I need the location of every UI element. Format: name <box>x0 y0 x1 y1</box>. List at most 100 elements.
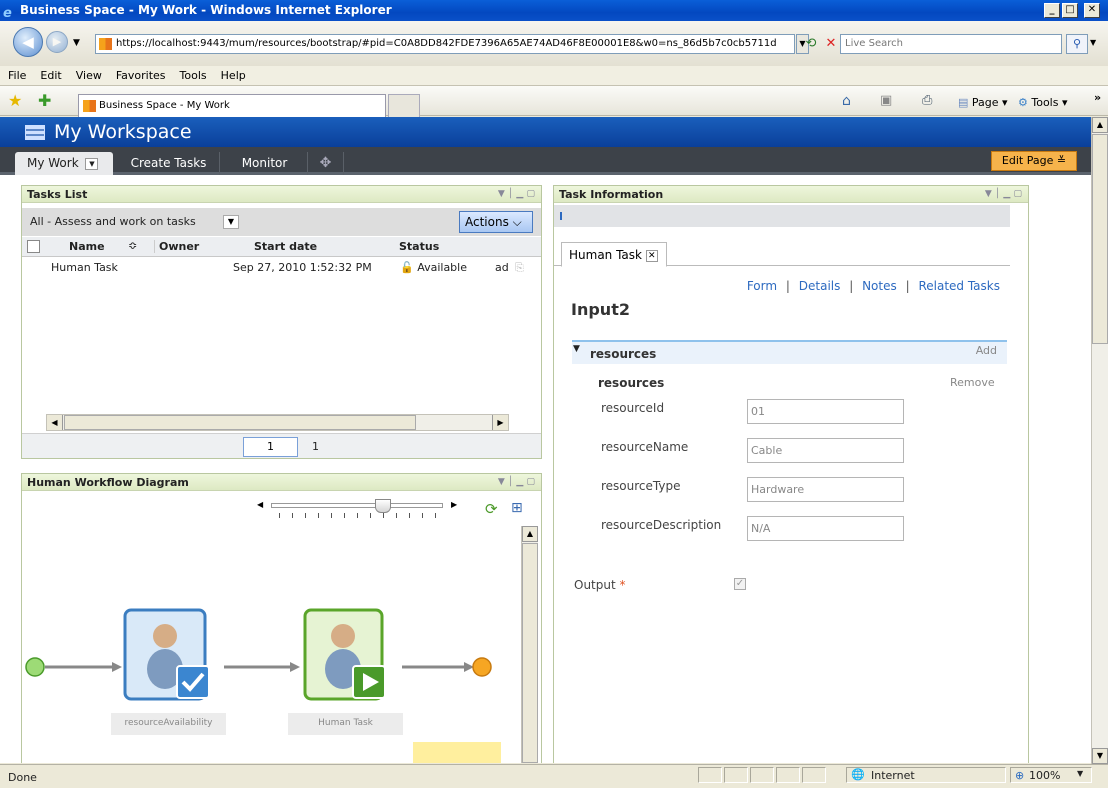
history-dropdown-icon[interactable]: ▼ <box>73 38 80 48</box>
collapse-icon[interactable]: ▼ <box>573 344 580 354</box>
address-url: https://localhost:9443/mum/resources/boo… <box>116 38 777 49</box>
search-input[interactable]: Live Search <box>840 34 1062 54</box>
tab-monitor[interactable]: Monitor <box>222 152 308 175</box>
column-status[interactable]: Status <box>399 240 439 253</box>
task-action-icon[interactable]: ⎘ <box>515 261 524 275</box>
tab-menu-icon[interactable]: ▼ <box>85 157 99 170</box>
tab-favicon-icon <box>83 100 96 112</box>
favorites-star-icon[interactable]: ★ <box>8 91 22 110</box>
resource-id-field[interactable]: 01 <box>747 399 904 424</box>
address-input[interactable]: https://localhost:9443/mum/resources/boo… <box>95 34 795 54</box>
actions-button[interactable]: Actions ⌵ <box>459 211 533 233</box>
resources-section-header[interactable]: ▼ resources Add <box>572 340 1007 364</box>
output-label-text: Output <box>574 578 616 592</box>
menu-edit[interactable]: Edit <box>40 66 61 86</box>
menu-tools[interactable]: Tools <box>180 66 207 86</box>
filter-label[interactable]: All - Assess and work on tasks <box>30 215 196 228</box>
refresh-diagram-icon[interactable]: ⟳ <box>485 500 498 518</box>
select-all-checkbox[interactable] <box>27 240 40 253</box>
page-number-input[interactable]: 1 <box>243 437 298 457</box>
add-tab-icon[interactable]: ✥ <box>308 152 344 175</box>
browser-tab[interactable]: Business Space - My Work <box>78 94 386 117</box>
page-scroll-up-button[interactable]: ▲ <box>1092 117 1108 133</box>
status-zone[interactable]: 🌐 Internet <box>846 767 1006 783</box>
tab-human-task[interactable]: Human Task ✕ <box>561 242 667 267</box>
refresh-button[interactable]: ⟲ <box>802 34 820 54</box>
portlet-controls-icon[interactable]: ▼ │ ▁ ▢ <box>498 474 535 491</box>
maximize-button[interactable]: □ <box>1062 3 1078 18</box>
edit-page-button[interactable]: Edit Page ≚ <box>991 151 1077 171</box>
filter-dropdown-icon[interactable]: ▼ <box>223 215 239 229</box>
link-related-tasks[interactable]: Related Tasks <box>918 279 1000 293</box>
forward-button[interactable]: ▶ <box>46 31 68 53</box>
scroll-right-button[interactable]: ▶ <box>492 415 508 430</box>
export-diagram-icon[interactable]: ⊞ <box>511 500 523 516</box>
page-icon: ▤ <box>958 96 969 109</box>
close-tab-icon[interactable]: ✕ <box>645 249 658 262</box>
tab-create-tasks[interactable]: Create Tasks <box>118 152 220 175</box>
new-tab-button[interactable] <box>388 94 420 117</box>
home-icon[interactable]: ⌂ <box>842 93 851 109</box>
actions-label: Actions <box>465 215 509 229</box>
vertical-scrollbar[interactable]: ▲ <box>521 526 538 763</box>
task-name-cell[interactable]: Human Task <box>51 261 118 274</box>
field-label-resource-id: resourceId <box>601 401 665 415</box>
page-vertical-scrollbar[interactable]: ▲ ▼ <box>1091 117 1108 764</box>
scroll-left-button[interactable]: ◀ <box>47 415 63 430</box>
zoom-control[interactable]: ⊕ 100% ▼ <box>1010 767 1092 783</box>
menu-view[interactable]: View <box>76 66 102 86</box>
column-start-date[interactable]: Start date <box>254 240 317 253</box>
column-name[interactable]: Name <box>69 240 105 253</box>
window-title-bar: e Business Space - My Work - Windows Int… <box>0 0 1108 21</box>
page-scroll-thumb[interactable] <box>1092 134 1108 344</box>
page-content: My Workspace My Work ▼ Create Tasks Moni… <box>0 117 1091 763</box>
scroll-thumb[interactable] <box>522 543 538 763</box>
minimize-button[interactable]: _ <box>1044 3 1060 18</box>
portlet-controls-icon[interactable]: ▼ │ ▁ ▢ <box>498 186 535 203</box>
back-button[interactable]: ◀ <box>13 27 43 57</box>
feeds-icon[interactable]: ▣ <box>880 93 892 108</box>
close-button[interactable]: ✕ <box>1084 3 1100 18</box>
zoom-slider[interactable]: ◀ ▶ <box>257 496 457 518</box>
add-favorite-icon[interactable]: ✚ <box>38 91 51 110</box>
link-details[interactable]: Details <box>799 279 841 293</box>
zoom-dropdown-icon[interactable]: ▼ <box>1077 769 1083 778</box>
task-info-title: Task Information <box>559 188 664 201</box>
stop-button[interactable]: ✕ <box>822 34 840 54</box>
resource-description-field[interactable]: N/A <box>747 516 904 541</box>
zone-label: Internet <box>871 769 915 782</box>
horizontal-scrollbar[interactable]: ◀ ▶ <box>46 414 509 431</box>
menu-favorites[interactable]: Favorites <box>116 66 166 86</box>
table-row[interactable]: Human Task Sep 27, 2010 1:52:32 PM 🔓 Ava… <box>22 259 541 279</box>
toolbar-overflow-icon[interactable]: » <box>1094 91 1101 104</box>
add-resource-button[interactable]: Add <box>976 344 997 357</box>
link-form[interactable]: Form <box>747 279 777 293</box>
zoom-in-icon[interactable]: ▶ <box>451 500 457 509</box>
link-separator: | <box>849 279 854 293</box>
menu-file[interactable]: File <box>8 66 26 86</box>
portlet-controls-icon[interactable]: ▼ │ ▁ ▢ <box>985 186 1022 203</box>
page-scroll-down-button[interactable]: ▼ <box>1092 748 1108 764</box>
menu-help[interactable]: Help <box>221 66 246 86</box>
page-menu[interactable]: ▤ Page ▾ <box>958 96 1008 109</box>
print-icon[interactable]: ⎙ <box>922 93 932 108</box>
search-button[interactable]: ⚲ <box>1066 34 1088 54</box>
resource-type-field[interactable]: Hardware <box>747 477 904 502</box>
scroll-thumb[interactable] <box>64 415 416 430</box>
resource-name-field[interactable]: Cable <box>747 438 904 463</box>
search-options-icon[interactable]: ▼ <box>1090 38 1096 47</box>
workflow-title: Human Workflow Diagram <box>27 476 189 489</box>
output-checkbox[interactable]: ✓ <box>734 578 746 590</box>
workspace-tab-bar: My Work ▼ Create Tasks Monitor ✥ Edit Pa… <box>0 147 1091 175</box>
tools-menu[interactable]: ⚙ Tools ▾ <box>1018 96 1068 109</box>
sort-icon[interactable]: ≎ <box>128 239 137 252</box>
link-notes[interactable]: Notes <box>862 279 897 293</box>
tab-my-work[interactable]: My Work ▼ <box>15 152 113 175</box>
column-owner[interactable]: Owner <box>154 240 199 253</box>
field-label-resource-name: resourceName <box>601 440 689 454</box>
zoom-thumb[interactable] <box>374 499 391 513</box>
remove-resource-button[interactable]: Remove <box>950 376 995 389</box>
status-text: Done <box>8 771 37 784</box>
zoom-out-icon[interactable]: ◀ <box>257 500 263 509</box>
scroll-up-button[interactable]: ▲ <box>522 526 538 542</box>
